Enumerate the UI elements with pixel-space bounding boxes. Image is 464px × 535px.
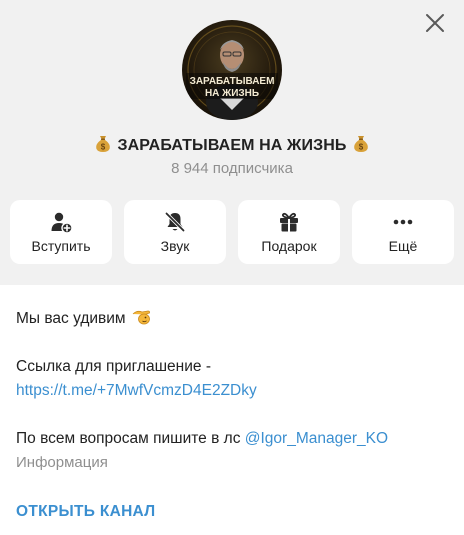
avatar-image: ЗАРАБАТЫВАЕМ НА ЖИЗНЬ (186, 25, 278, 120)
description-text: Мы вас удивим (16, 310, 126, 327)
sound-button[interactable]: Звук (124, 200, 226, 264)
channel-header: ЗАРАБАТЫВАЕМ НА ЖИЗНЬ $ ЗАРАБАТЫВАЕМ НА … (0, 0, 464, 285)
subscriber-count: 8 944 подписчика (171, 160, 293, 177)
contact-handle-link[interactable]: @Igor_Manager_KO (245, 430, 388, 447)
invite-label: Ссылка для приглашение - (16, 358, 211, 375)
gift-button[interactable]: Подарок (238, 200, 340, 264)
svg-text:$: $ (101, 143, 106, 152)
money-bag-icon: $ (354, 136, 368, 152)
avatar-text-line1: ЗАРАБАТЫВАЕМ (190, 76, 275, 87)
gift-icon (280, 212, 298, 232)
svg-text:$: $ (359, 143, 364, 152)
action-bar: Вступить Звук Подарок Ещё (10, 200, 454, 264)
channel-info-window: ЗАРАБАТЫВАЕМ НА ЖИЗНЬ $ ЗАРАБАТЫВАЕМ НА … (0, 0, 464, 535)
contact-line: По всем вопросам пишите в лс @Igor_Manag… (16, 427, 446, 451)
channel-title: $ ЗАРАБАТЫВАЕМ НА ЖИЗНЬ $ (0, 133, 464, 155)
channel-description: Мы вас удивим Ссылка для приглашение - h… (16, 305, 446, 475)
contact-text: По всем вопросам пишите в лс (16, 430, 245, 447)
avatar-text-line2: НА ЖИЗНЬ (205, 88, 259, 99)
money-bag-icon: $ (96, 136, 110, 152)
join-button-label: Вступить (31, 238, 91, 254)
channel-title-text: ЗАРАБАТЫВАЕМ НА ЖИЗНЬ (117, 137, 347, 154)
join-button[interactable]: Вступить (10, 200, 112, 264)
gift-button-label: Подарок (261, 238, 317, 254)
channel-avatar: ЗАРАБАТЫВАЕМ НА ЖИЗНЬ (182, 20, 282, 120)
info-label: Информация (16, 454, 108, 471)
open-channel-button[interactable]: ОТКРЫТЬ КАНАЛ (16, 503, 155, 521)
more-dots-icon (393, 219, 413, 225)
more-button-label: Ещё (388, 238, 418, 254)
bell-muted-icon (164, 211, 186, 233)
close-icon[interactable] (424, 12, 446, 34)
hand-emoji-icon (132, 310, 150, 325)
add-user-icon (51, 212, 73, 234)
sound-button-label: Звук (160, 238, 190, 254)
description-line1: Мы вас удивим (16, 305, 446, 331)
more-button[interactable]: Ещё (352, 200, 454, 264)
invite-link[interactable]: https://t.me/+7MwfVcmzD4E2ZDky (16, 379, 446, 403)
